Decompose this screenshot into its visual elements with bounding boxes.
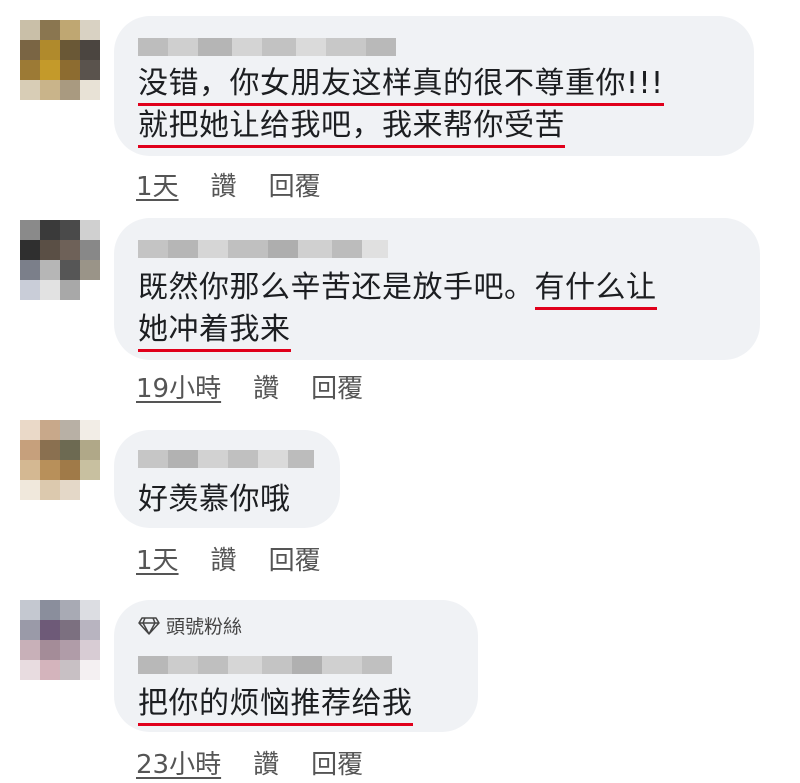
comment-text-line: 她冲着我来 bbox=[138, 310, 291, 352]
timestamp-link[interactable]: 1天 bbox=[136, 166, 179, 203]
comment-bubble: 既然你那么辛苦还是放手吧。有什么让 她冲着我来 bbox=[114, 218, 760, 360]
reply-button[interactable]: 回覆 bbox=[311, 368, 363, 405]
comment-text-segment: 既然你那么辛苦还是放手吧。 bbox=[138, 270, 535, 305]
comment-text-line: 就把她让给我吧，我来帮你受苦 bbox=[138, 106, 565, 148]
top-fan-badge: 頭號粉絲 bbox=[138, 612, 242, 639]
timestamp-link[interactable]: 19小時 bbox=[136, 368, 221, 405]
comment-text-segment: 她冲着我来 bbox=[138, 312, 291, 352]
comment-text-line: 没错，你女朋友这样真的很不尊重你!!! bbox=[138, 64, 664, 106]
reply-button[interactable]: 回覆 bbox=[311, 744, 363, 781]
like-button[interactable]: 讚 bbox=[211, 166, 237, 203]
comment-text-segment: 就把她让给我吧，我来帮你受苦 bbox=[138, 108, 565, 148]
like-button[interactable]: 讚 bbox=[253, 744, 279, 781]
avatar[interactable] bbox=[20, 20, 100, 100]
reply-button[interactable]: 回覆 bbox=[269, 166, 321, 203]
blurred-username bbox=[138, 240, 388, 258]
like-button[interactable]: 讚 bbox=[211, 540, 237, 577]
comment-text-segment: 好羡慕你哦 bbox=[138, 482, 291, 517]
avatar[interactable] bbox=[20, 600, 100, 680]
comment-actions: 1天 讚 回覆 bbox=[136, 540, 321, 577]
comment-bubble: 頭號粉絲 把你的烦恼推荐给我 bbox=[114, 600, 478, 732]
like-button[interactable]: 讚 bbox=[253, 368, 279, 405]
avatar[interactable] bbox=[20, 420, 100, 500]
timestamp-link[interactable]: 1天 bbox=[136, 540, 179, 577]
badge-label: 頭號粉絲 bbox=[166, 616, 243, 638]
comment-actions: 23小時 讚 回覆 bbox=[136, 744, 363, 781]
timestamp-link[interactable]: 23小時 bbox=[136, 744, 221, 781]
comment-actions: 19小時 讚 回覆 bbox=[136, 368, 363, 405]
comment-text-line: 好羡慕你哦 bbox=[138, 480, 291, 520]
comment-bubble: 好羡慕你哦 bbox=[114, 430, 340, 528]
reply-button[interactable]: 回覆 bbox=[269, 540, 321, 577]
diamond-icon bbox=[138, 616, 160, 635]
blurred-username bbox=[138, 656, 392, 674]
comment-bubble: 没错，你女朋友这样真的很不尊重你!!! 就把她让给我吧，我来帮你受苦 bbox=[114, 16, 754, 156]
comment-text-line: 把你的烦恼推荐给我 bbox=[138, 684, 413, 726]
comment-text-segment: 有什么让 bbox=[534, 270, 657, 310]
comment-actions: 1天 讚 回覆 bbox=[136, 166, 321, 203]
comment-text-line: 既然你那么辛苦还是放手吧。有什么让 bbox=[138, 268, 657, 310]
comment-text-segment: 没错，你女朋友这样真的很不尊重你!!! bbox=[138, 66, 664, 106]
comment-text-segment: 把你的烦恼推荐给我 bbox=[138, 686, 413, 726]
avatar[interactable] bbox=[20, 220, 100, 300]
blurred-username bbox=[138, 38, 396, 56]
blurred-username bbox=[138, 450, 314, 468]
